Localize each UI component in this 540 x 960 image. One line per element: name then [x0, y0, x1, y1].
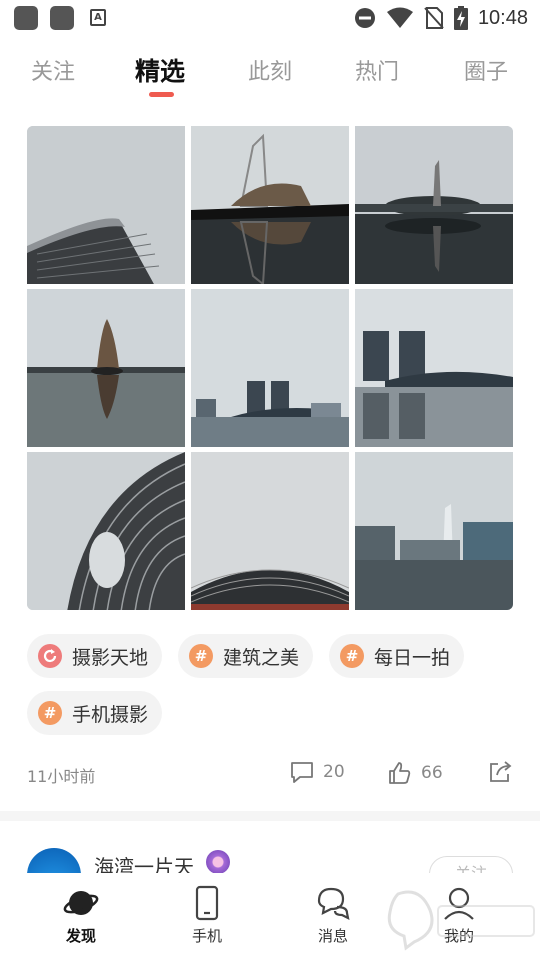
notification-icon — [50, 6, 74, 30]
phone-icon — [189, 885, 225, 921]
follow-button[interactable]: 关注 — [429, 856, 513, 873]
share-icon — [490, 761, 512, 782]
status-bar: A 10:48 — [0, 0, 540, 36]
hash-icon: # — [340, 644, 364, 668]
photo-sculpture-lake[interactable] — [27, 289, 185, 447]
nav-messages[interactable]: 消息 — [293, 885, 373, 946]
clock: 10:48 — [477, 6, 528, 29]
topic-label: 每日一拍 — [374, 646, 451, 669]
tab-now[interactable]: 此刻 — [248, 54, 292, 86]
photo-arena-lake[interactable] — [355, 126, 513, 284]
wifi-icon — [386, 7, 413, 28]
active-tab-indicator — [149, 92, 174, 97]
topic-chip[interactable]: 摄影天地 — [27, 634, 163, 678]
topic-chip[interactable]: # 每日一拍 — [329, 634, 465, 678]
photo-stadium-roof[interactable] — [191, 452, 349, 610]
hash-icon: # — [38, 701, 62, 725]
photo-grid — [27, 126, 513, 610]
photo-facade-curve[interactable] — [27, 452, 185, 610]
section-divider — [0, 811, 540, 821]
like-count: 66 — [421, 763, 443, 783]
nav-label: 手机 — [191, 927, 222, 945]
topic-chip[interactable]: # 手机摄影 — [27, 691, 163, 735]
avatar[interactable] — [27, 848, 81, 873]
post-time: 11小时前 — [27, 767, 96, 786]
share-button[interactable] — [487, 760, 513, 784]
chat-bubbles-icon — [315, 885, 351, 921]
planet-icon — [63, 885, 99, 921]
no-sim-icon — [424, 7, 444, 29]
photo-building-curve[interactable] — [27, 126, 185, 284]
photo-tower-lake[interactable] — [355, 452, 513, 610]
tab-following[interactable]: 关注 — [31, 54, 75, 86]
topic-label: 摄影天地 — [72, 646, 149, 669]
comment-icon — [291, 762, 313, 783]
battery-charging-icon — [453, 6, 468, 30]
photo-skyline-water[interactable] — [191, 289, 349, 447]
comment-button[interactable]: 20 — [289, 760, 345, 784]
photo-sculpture-reflection[interactable] — [191, 126, 349, 284]
post-meta: 11小时前 20 66 — [27, 760, 513, 788]
topic-chip[interactable]: # 建筑之美 — [178, 634, 314, 678]
like-button[interactable]: 66 — [387, 760, 443, 786]
notification-icon — [14, 6, 38, 30]
hash-icon: # — [189, 644, 213, 668]
topic-label: 建筑之美 — [223, 646, 300, 669]
next-post-header: 海湾一片天 关注 — [0, 821, 540, 873]
comment-count: 20 — [323, 762, 345, 782]
username[interactable]: 海湾一片天 — [94, 851, 194, 873]
refresh-icon — [38, 644, 62, 668]
tab-hot[interactable]: 热门 — [355, 54, 399, 86]
user-badge-icon — [206, 850, 230, 873]
thumbs-up-icon — [389, 762, 411, 784]
topic-label: 手机摄影 — [72, 703, 149, 726]
nav-phone[interactable]: 手机 — [167, 885, 247, 946]
nav-label: 发现 — [65, 927, 96, 945]
nav-label: 消息 — [317, 927, 348, 945]
do-not-disturb-icon — [354, 8, 375, 28]
tab-featured[interactable]: 精选 — [135, 52, 185, 88]
keyboard-icon: A — [90, 9, 106, 26]
nav-discover[interactable]: 发现 — [41, 885, 121, 946]
tab-circles[interactable]: 圈子 — [464, 54, 508, 86]
top-tab-bar: 关注 精选 此刻 热门 圈子 — [0, 54, 540, 98]
watermark-logo — [387, 890, 535, 951]
photo-towers-reflection[interactable] — [355, 289, 513, 447]
